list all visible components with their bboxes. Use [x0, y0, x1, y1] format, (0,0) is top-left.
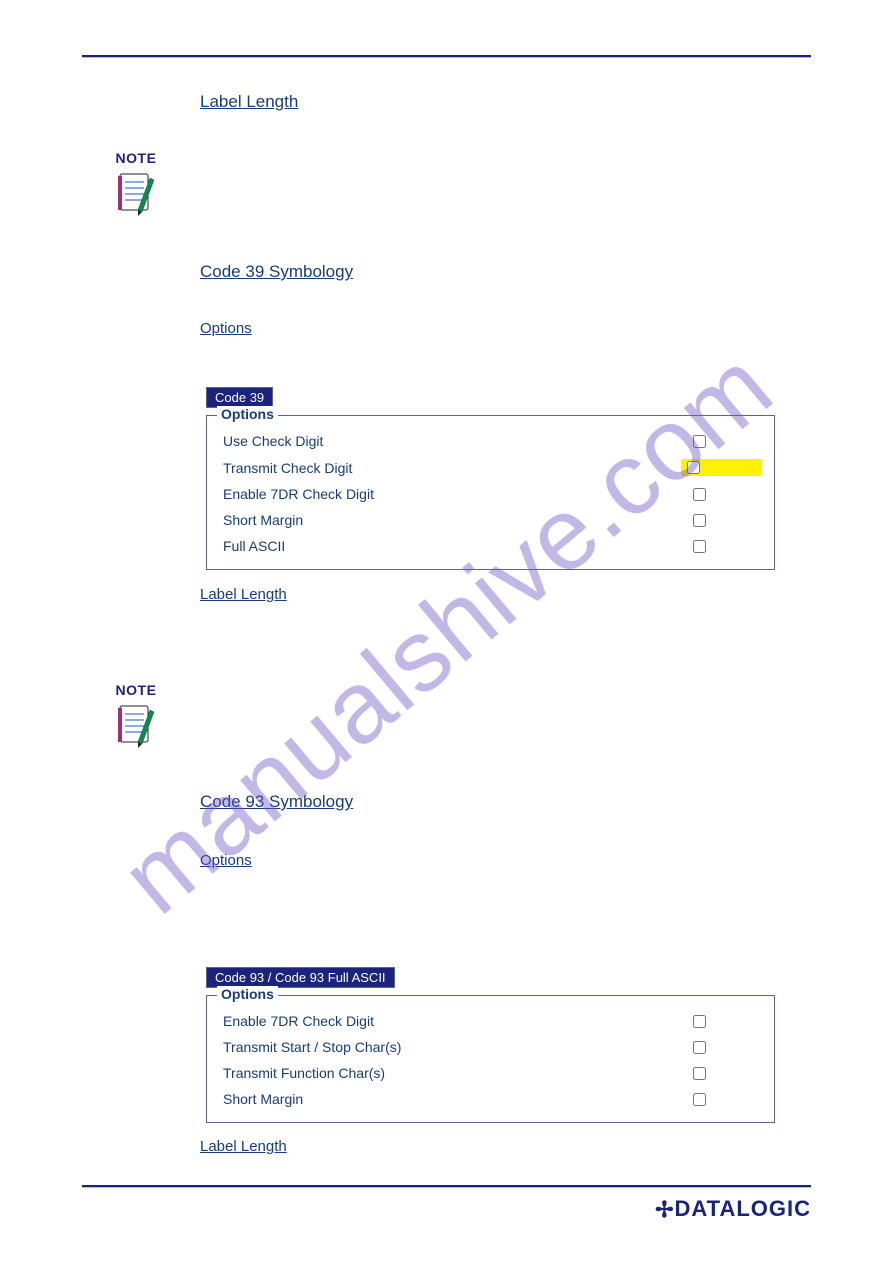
option-row: Use Check Digit: [215, 428, 766, 454]
note-icon-2: NOTE: [108, 682, 164, 748]
options-legend-39: Options: [217, 406, 278, 422]
option-row: Short Margin: [215, 1086, 766, 1112]
options-legend-93: Options: [217, 986, 278, 1002]
note-label-1: NOTE: [108, 150, 164, 166]
checkbox-short-margin-93[interactable]: [693, 1093, 706, 1106]
tab-code39[interactable]: Code 39: [206, 387, 273, 408]
heading-label-length-3: Label Length: [200, 1138, 287, 1155]
heading-code39: Code 39 Symbology: [200, 262, 353, 282]
note-text-2: See the Advanced Formatting section for …: [200, 710, 811, 730]
heading-code93: Code 93 Symbology: [200, 792, 353, 812]
top-rule: [82, 55, 811, 58]
options-box-code93: Options Enable 7DR Check Digit Transmit …: [206, 995, 775, 1123]
page-number: 30: [82, 1204, 96, 1219]
checkbox-transmit-function[interactable]: [693, 1067, 706, 1080]
body-label-length-1: Refer to the Label Length Programming se…: [200, 122, 811, 161]
tab-code93-label: Code 93 / Code 93 Full ASCII: [207, 968, 394, 987]
body-code93: The Code 93 symbology group contains the…: [200, 822, 811, 842]
option-label: Transmit Start / Stop Char(s): [223, 1039, 401, 1055]
tab-code93[interactable]: Code 93 / Code 93 Full ASCII: [206, 967, 395, 988]
option-row: Short Margin: [215, 507, 766, 533]
option-row: Transmit Start / Stop Char(s): [215, 1034, 766, 1060]
option-label: Short Margin: [223, 1091, 303, 1107]
checkbox-short-margin-39[interactable]: [693, 514, 706, 527]
options-desc-39: Use these check boxes to enable/disable …: [200, 342, 811, 362]
option-label: Enable 7DR Check Digit: [223, 486, 374, 502]
body-label-length-2: Refer to the Label Length Programming se…: [200, 614, 811, 653]
notepad-icon: [116, 700, 156, 748]
notepad-icon: [116, 168, 156, 216]
option-label: Use Check Digit: [223, 433, 323, 449]
checkbox-7dr-check-digit-39[interactable]: [693, 488, 706, 501]
option-row: Enable 7DR Check Digit: [215, 481, 766, 507]
option-label: Transmit Check Digit: [223, 460, 352, 476]
checkbox-transmit-check-digit[interactable]: [687, 461, 700, 474]
note-label-2: NOTE: [108, 682, 164, 698]
option-row: Enable 7DR Check Digit: [215, 1008, 766, 1034]
options-desc-93: Use these check boxes to enable/disable …: [200, 880, 811, 939]
heading-label-length-2: Label Length: [200, 586, 287, 603]
option-label: Full ASCII: [223, 538, 285, 554]
checkbox-transmit-start-stop[interactable]: [693, 1041, 706, 1054]
heading-options-93: Options: [200, 852, 252, 869]
option-label: Enable 7DR Check Digit: [223, 1013, 374, 1029]
body-label-length-3: Refer to the Label Length Programming se…: [200, 1166, 811, 1205]
header-title: Parameters: [718, 28, 811, 48]
note-text-1: See the Advanced Formatting section for …: [200, 178, 811, 198]
heading-label-length-1: Label Length: [200, 92, 298, 112]
highlight-transmit-check-digit: [681, 459, 762, 476]
options-box-code39: Options Use Check Digit Transmit Check D…: [206, 415, 775, 570]
checkbox-use-check-digit[interactable]: [693, 435, 706, 448]
option-row: Transmit Check Digit: [215, 454, 766, 481]
body-code39: The Code 39 symbology group contains the…: [200, 292, 811, 312]
option-row: Full ASCII: [215, 533, 766, 559]
tab-code39-label: Code 39: [207, 388, 272, 407]
note-icon-1: NOTE: [108, 150, 164, 216]
option-label: Transmit Function Char(s): [223, 1065, 385, 1081]
option-label: Short Margin: [223, 512, 303, 528]
heading-options-39: Options: [200, 320, 252, 337]
checkbox-7dr-check-digit-93[interactable]: [693, 1015, 706, 1028]
option-row: Transmit Function Char(s): [215, 1060, 766, 1086]
checkbox-full-ascii[interactable]: [693, 540, 706, 553]
